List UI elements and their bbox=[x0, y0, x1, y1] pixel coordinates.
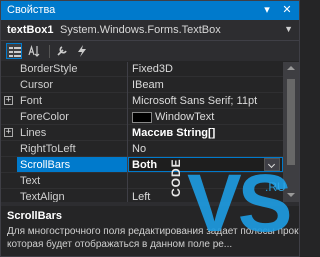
property-row-righttoleft[interactable]: RightToLeft No bbox=[1, 141, 283, 157]
column-divider bbox=[127, 109, 128, 125]
row-gutter: + bbox=[1, 125, 17, 141]
row-gutter bbox=[1, 109, 17, 125]
row-gutter bbox=[1, 157, 17, 173]
property-value[interactable]: Both bbox=[132, 159, 157, 171]
property-name: Lines bbox=[20, 127, 47, 139]
categorized-button[interactable] bbox=[6, 43, 22, 59]
object-type: System.Windows.Forms.TextBox bbox=[60, 24, 221, 36]
property-row-font[interactable]: + Font Microsoft Sans Serif; 11pt bbox=[1, 93, 283, 109]
chevron-down-icon[interactable]: ▼ bbox=[284, 24, 293, 34]
properties-button[interactable] bbox=[54, 43, 70, 59]
alphabetical-button[interactable] bbox=[26, 43, 42, 59]
events-lightning-icon bbox=[78, 45, 86, 57]
property-row-forecolor[interactable]: ForeColor WindowText bbox=[1, 109, 283, 125]
title-bar: Свойства ▾ ✕ bbox=[1, 1, 299, 20]
property-grid: BorderStyle Fixed3D Cursor IBeam + Font Micros… bbox=[1, 62, 299, 202]
property-value: Microsoft Sans Serif; 11pt bbox=[132, 95, 258, 107]
property-name: ScrollBars bbox=[20, 159, 71, 171]
description-title: ScrollBars bbox=[7, 210, 63, 222]
description-pane: ScrollBars Для многострочного поля редак… bbox=[1, 206, 299, 256]
row-gutter bbox=[1, 77, 17, 93]
property-row-text[interactable]: Text bbox=[1, 173, 283, 189]
property-value: WindowText bbox=[155, 111, 215, 123]
property-row-lines[interactable]: + Lines Массив String[] bbox=[1, 125, 283, 141]
property-name: TextAlign bbox=[20, 191, 65, 202]
pin-icon[interactable]: ▾ bbox=[259, 2, 275, 18]
alphabetical-icon bbox=[28, 45, 40, 57]
object-name: textBox1 bbox=[7, 24, 54, 36]
vertical-scrollbar[interactable] bbox=[283, 62, 299, 202]
window-title: Свойства bbox=[7, 4, 56, 16]
property-value: Массив String[] bbox=[132, 127, 216, 139]
property-name: Cursor bbox=[20, 79, 54, 91]
expand-icon[interactable]: + bbox=[4, 96, 13, 105]
row-gutter bbox=[1, 62, 17, 77]
property-value: IBeam bbox=[132, 79, 164, 91]
row-gutter: + bbox=[1, 93, 17, 109]
column-divider bbox=[127, 77, 128, 93]
close-icon[interactable]: ✕ bbox=[279, 2, 295, 18]
column-divider bbox=[127, 189, 128, 202]
property-name: BorderStyle bbox=[20, 63, 78, 75]
scroll-up-icon[interactable] bbox=[287, 66, 295, 70]
scroll-down-icon[interactable] bbox=[287, 193, 295, 197]
property-value: No bbox=[132, 143, 147, 155]
property-name: Font bbox=[20, 95, 43, 107]
property-row-cursor[interactable]: Cursor IBeam bbox=[1, 77, 283, 93]
column-divider bbox=[127, 157, 128, 173]
column-divider bbox=[127, 141, 128, 157]
object-selector[interactable]: textBox1 System.Windows.Forms.TextBox ▼ bbox=[1, 20, 299, 41]
color-swatch bbox=[132, 112, 152, 123]
scrollbar-thumb[interactable] bbox=[287, 79, 295, 165]
property-name: RightToLeft bbox=[20, 143, 76, 155]
property-row-scrollbars[interactable]: ScrollBars Both bbox=[1, 157, 283, 173]
expand-icon[interactable]: + bbox=[4, 128, 13, 137]
property-name: ForeColor bbox=[20, 111, 69, 123]
properties-window: Свойства ▾ ✕ textBox1 System.Windows.For… bbox=[0, 0, 300, 257]
properties-wrench-icon bbox=[57, 46, 67, 56]
events-button[interactable] bbox=[74, 43, 90, 59]
row-gutter bbox=[1, 173, 17, 189]
property-value: Fixed3D bbox=[132, 63, 173, 75]
chevron-down-icon[interactable] bbox=[264, 158, 280, 171]
toolbar-separator bbox=[49, 45, 50, 58]
column-divider bbox=[127, 62, 128, 77]
description-text: Для многострочного поля редактирования з… bbox=[7, 226, 299, 250]
categorized-icon bbox=[9, 47, 21, 57]
property-name: Text bbox=[20, 175, 41, 187]
row-gutter bbox=[1, 189, 17, 202]
column-divider bbox=[127, 173, 128, 189]
property-row-textalign[interactable]: TextAlign Left bbox=[1, 189, 283, 202]
column-divider bbox=[127, 93, 128, 109]
property-value: Left bbox=[132, 191, 151, 202]
column-divider bbox=[127, 125, 128, 141]
row-gutter bbox=[1, 141, 17, 157]
property-row-borderstyle[interactable]: BorderStyle Fixed3D bbox=[1, 62, 283, 77]
properties-toolbar bbox=[1, 41, 299, 61]
